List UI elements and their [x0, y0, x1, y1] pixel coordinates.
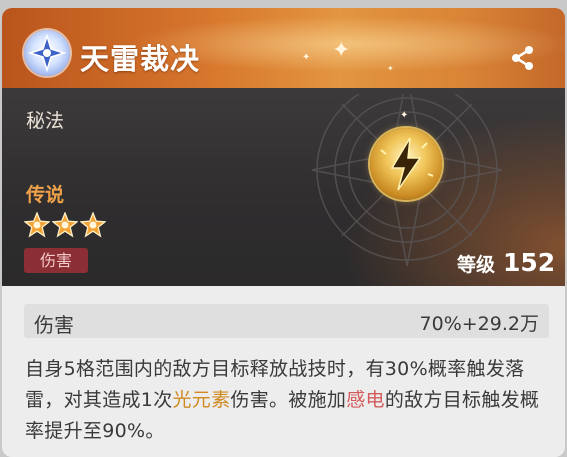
lightning-orb-icon	[370, 128, 442, 200]
skill-hero: ✦ 秘法 传说 伤害 等级 152	[2, 88, 565, 286]
description-text: 伤害。被施加	[230, 389, 347, 411]
card-header: ✦ ✦ ✦ 天雷裁决	[2, 8, 565, 88]
shock-status-keyword: 感电	[346, 389, 385, 411]
skill-description: 自身5格范围内的敌方目标释放战技时，有30%概率触发落雷，对其造成1次光元素伤害…	[25, 354, 557, 447]
sparkle-icon: ✦	[387, 64, 394, 73]
star-icon	[80, 212, 106, 238]
stat-row: 伤害 70%+29.2万	[24, 304, 549, 338]
level-value: 152	[503, 248, 556, 277]
light-element-keyword: 光元素	[172, 389, 231, 411]
star-icon	[24, 212, 50, 238]
stat-value: 70%+29.2万	[419, 313, 539, 335]
stat-name: 伤害	[34, 313, 74, 337]
star-emblem-icon	[24, 30, 70, 76]
share-icon[interactable]	[509, 44, 537, 72]
level-display: 等级 152	[457, 248, 555, 277]
star-icon	[52, 212, 78, 238]
sparkle-icon: ✦	[332, 38, 351, 63]
skill-title: 天雷裁决	[80, 42, 201, 76]
rarity-stars	[24, 212, 106, 238]
skill-type: 秘法	[26, 110, 65, 132]
rarity-label: 传说	[26, 184, 65, 206]
damage-tag: 伤害	[24, 248, 88, 273]
sparkle-icon: ✦	[302, 52, 311, 63]
skill-card: ✦ ✦ ✦ 天雷裁决 ✦ 秘法 传说 伤害 等级 152 伤害 70%+29.2…	[2, 8, 565, 457]
level-label: 等级	[457, 254, 496, 276]
sparkle-icon: ✦	[400, 110, 409, 121]
